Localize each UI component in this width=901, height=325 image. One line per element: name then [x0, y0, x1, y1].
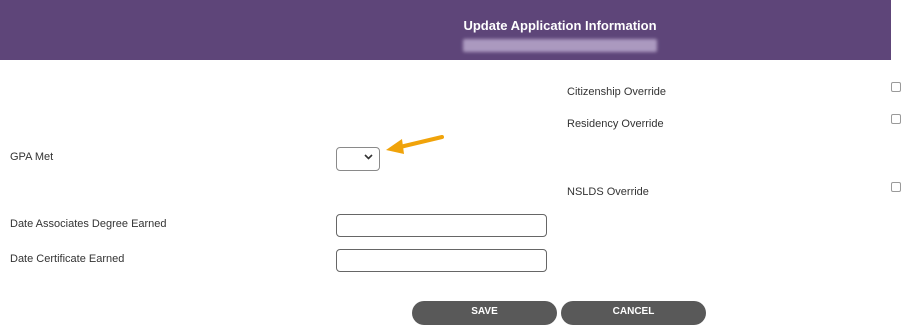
- page-header: Update Application Information: [0, 0, 891, 60]
- citizenship-override-label: Citizenship Override: [567, 86, 667, 98]
- chevron-down-icon: [364, 152, 373, 163]
- nslds-override-label: NSLDS Override: [567, 186, 649, 198]
- certificate-label: Date Certificate Earned: [10, 253, 125, 265]
- associates-degree-label: Date Associates Degree Earned: [10, 218, 167, 230]
- nslds-override-checkbox[interactable]: [891, 182, 901, 192]
- associates-degree-input[interactable]: [336, 214, 547, 237]
- certificate-input[interactable]: [336, 249, 547, 272]
- save-button[interactable]: SAVE: [412, 301, 557, 325]
- residency-override-checkbox[interactable]: [891, 114, 901, 124]
- redacted-subtitle: [463, 39, 657, 52]
- residency-override-label: Residency Override: [567, 118, 664, 130]
- gpa-met-select[interactable]: [336, 147, 380, 171]
- cancel-button[interactable]: CANCEL: [561, 301, 706, 325]
- arrow-icon: [386, 135, 444, 154]
- page-title: Update Application Information: [463, 18, 657, 33]
- citizenship-override-checkbox[interactable]: [891, 82, 901, 92]
- gpa-met-label: GPA Met: [10, 151, 54, 163]
